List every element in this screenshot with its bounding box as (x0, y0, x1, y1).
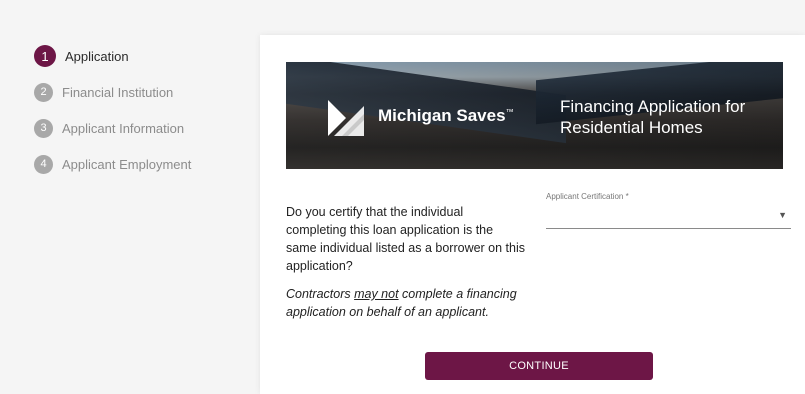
application-card: Michigan Saves™ Financing Application fo… (260, 35, 805, 394)
certification-question: Do you certify that the individual compl… (286, 205, 526, 273)
dropdown-arrow-icon[interactable]: ▼ (778, 210, 787, 220)
banner-title: Financing Application for Residential Ho… (560, 97, 746, 137)
contractor-note: Contractors may not complete a financing… (286, 287, 517, 319)
step-number: 1 (34, 45, 56, 67)
step-label: Applicant Information (62, 120, 185, 136)
banner-image: Michigan Saves™ Financing Application fo… (286, 62, 783, 169)
step-number: 3 (34, 118, 53, 138)
step-label: Applicant Employment (62, 156, 192, 172)
step-application[interactable]: 1 Application (34, 38, 191, 74)
step-applicant-information[interactable]: 3 Applicant Information (34, 110, 191, 146)
continue-button[interactable]: CONTINUE (425, 352, 653, 380)
step-list: 1 Application 2 Financial Institution 3 … (34, 38, 191, 182)
step-number: 2 (34, 82, 53, 102)
applicant-certification-select[interactable]: Applicant Certification * ▼ (546, 192, 791, 229)
field-label: Applicant Certification * (546, 192, 629, 201)
step-number: 4 (34, 154, 53, 174)
michigan-saves-logo-icon (328, 100, 364, 136)
step-label: Application (65, 48, 129, 64)
step-label: Financial Institution (62, 84, 174, 100)
brand-name: Michigan Saves™ (378, 106, 514, 125)
step-financial-institution[interactable]: 2 Financial Institution (34, 74, 191, 110)
step-applicant-employment[interactable]: 4 Applicant Employment (34, 146, 191, 182)
